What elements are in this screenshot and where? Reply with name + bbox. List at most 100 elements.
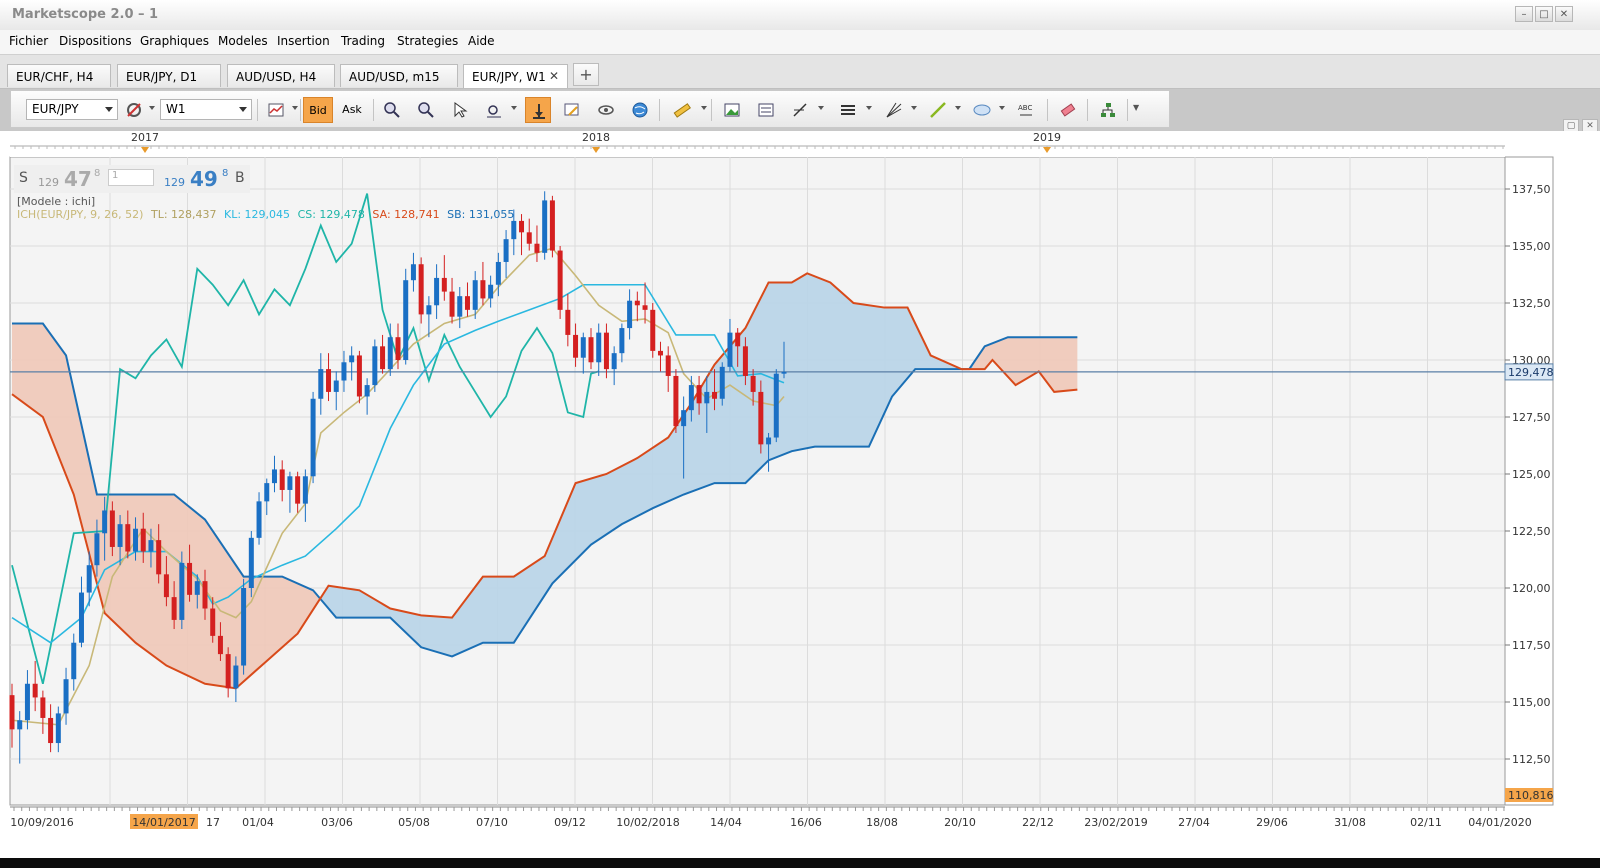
eraser-icon[interactable] [1055,97,1081,123]
indicator-icon[interactable] [753,97,779,123]
candle-body [380,346,386,370]
candle-body [619,328,625,354]
sell-label[interactable]: S [19,170,28,186]
horizontal-lines-icon[interactable] [835,97,861,123]
chevron-down-icon[interactable] [292,106,298,110]
timeframe-select[interactable]: W1 [160,99,252,120]
eye-icon[interactable] [593,97,619,123]
chevron-down-icon[interactable] [511,106,517,110]
chevron-down-icon[interactable] [701,106,707,110]
sell-fraction: 8 [94,168,101,179]
candle-body [557,250,563,310]
window-title: Marketscope 2.0 – 1 [12,7,159,22]
candle-body [248,537,254,588]
chevron-down-icon[interactable] [911,106,917,110]
min-price-label: 110,816 [1508,789,1554,802]
trend-line-icon[interactable] [925,97,951,123]
divider [711,99,712,121]
menu-aide[interactable]: Aide [468,34,495,48]
ask-button[interactable]: Ask [337,97,367,123]
buy-pips[interactable]: 49 [190,167,218,191]
maximize-button[interactable]: □ [1535,6,1553,22]
menu-trading[interactable]: Trading [341,34,385,48]
price-tick-label: 132,50 [1512,297,1551,310]
menu-modeles[interactable]: Modeles [218,34,268,48]
toolbar-overflow-icon[interactable]: ▼ [1133,103,1141,112]
indicator-legend: ICH(EUR/JPY, 9, 26, 52) TL: 128,437 KL: … [17,208,514,221]
tab-eurjpy-d1[interactable]: EUR/JPY, D1 [117,64,221,87]
candle-body [210,608,216,636]
candle-body [217,635,223,655]
candle-body [441,277,447,292]
chevron-down-icon[interactable] [955,106,961,110]
ellipse-icon[interactable] [969,97,995,123]
text-label-icon[interactable]: ABC [1013,97,1039,123]
candle-body [372,346,378,386]
zoom-out-icon[interactable] [413,97,439,123]
divider [1127,99,1128,121]
buy-label[interactable]: B [235,170,245,186]
menu-dispositions[interactable]: Dispositions [59,34,132,48]
legend-ich: ICH(EUR/JPY, 9, 26, 52) [17,208,144,221]
candle-body [333,380,339,392]
price-chart[interactable]: 137,50135,00132,50130,00127,50125,00122,… [0,131,1600,861]
model-label: [Modele : ichi] [17,195,96,208]
hierarchy-icon[interactable] [1095,97,1121,123]
add-tab-button[interactable]: + [573,63,599,86]
amount-input[interactable]: 1 [108,169,154,186]
tab-audusd-h4[interactable]: AUD/USD, H4 [227,64,335,87]
chart-area[interactable]: 137,50 135,00 132,50 130,00 127,50 125,00 122,… [0,131,1600,861]
globe-icon[interactable] [627,97,653,123]
image-icon[interactable] [719,97,745,123]
zoom-window-icon[interactable] [481,97,507,123]
price-tick-label: 117,50 [1512,639,1551,652]
instrument-icon[interactable] [121,97,147,123]
chevron-down-icon[interactable] [866,106,872,110]
menu-strategies[interactable]: Strategies [397,34,458,48]
candle-body [40,697,46,718]
crosshair-lines-icon[interactable] [787,97,813,123]
minimize-button[interactable]: – [1515,6,1533,22]
candle-body [117,524,123,547]
svg-text:ABC: ABC [1018,104,1032,112]
auto-scroll-icon[interactable] [525,97,551,123]
fan-lines-icon[interactable] [881,97,907,123]
chart-type-icon[interactable] [263,97,289,123]
tab-audusd-m15[interactable]: AUD/USD, m15 [340,64,458,87]
candle-body [241,588,247,666]
date-label: 07/10 [476,816,508,829]
chevron-down-icon[interactable] [149,106,155,110]
candle-body [534,243,540,253]
tab-eurchf-h4[interactable]: EUR/CHF, H4 [7,64,111,87]
candle-body [356,355,362,397]
candle-body [202,581,208,609]
candle-body [387,337,393,370]
menu-insertion[interactable]: Insertion [277,34,330,48]
date-label: 29/06 [1256,816,1288,829]
sell-pips[interactable]: 47 [64,167,92,191]
candle-body [418,264,424,315]
candle-body [310,398,316,477]
ruler-icon[interactable] [669,97,695,123]
properties-icon[interactable] [559,97,585,123]
symbol-select[interactable]: EUR/JPY [26,99,118,120]
candle-body [573,334,579,358]
candle-body [542,200,548,253]
chevron-down-icon[interactable] [818,106,824,110]
cursor-icon[interactable] [447,97,473,123]
chevron-down-icon [239,107,247,112]
bid-button[interactable]: Bid [303,97,333,123]
date-label: 31/08 [1334,816,1366,829]
year-label: 2017 [131,131,159,144]
close-button[interactable]: ✕ [1555,6,1573,22]
candle-body [156,540,162,575]
candle-body [688,385,694,411]
zoom-in-icon[interactable] [379,97,405,123]
candle-body [426,305,432,315]
chevron-down-icon[interactable] [999,106,1005,110]
date-label: 02/11 [1410,816,1442,829]
menu-fichier[interactable]: Fichier [9,34,48,48]
menu-graphiques[interactable]: Graphiques [140,34,209,48]
tab-eurjpy-w1[interactable]: EUR/JPY, W1 ✕ [463,64,568,88]
tab-close-icon[interactable]: ✕ [549,69,559,83]
